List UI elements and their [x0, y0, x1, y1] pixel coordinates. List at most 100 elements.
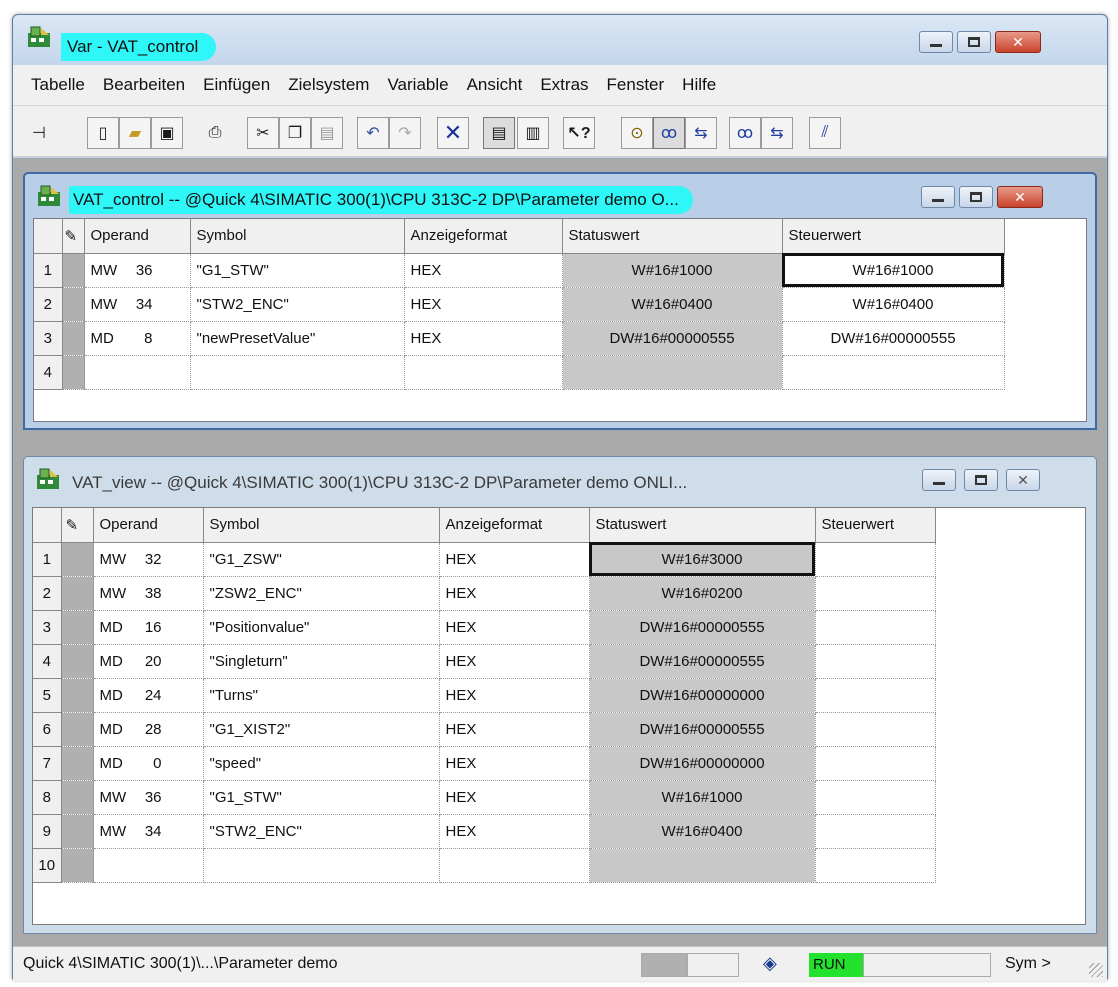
symbol-cell[interactable]: "Singleturn": [203, 644, 440, 679]
save-button[interactable]: ▣: [151, 117, 183, 149]
table-row[interactable]: 4: [34, 355, 1005, 390]
vat-control-maximize-button[interactable]: [959, 186, 993, 208]
modify-trigger-button[interactable]: ⇆: [761, 117, 793, 149]
header-statuswert[interactable]: Statuswert: [562, 219, 783, 254]
row-number[interactable]: 2: [34, 287, 63, 322]
control-value-cell[interactable]: [815, 576, 936, 611]
format-cell[interactable]: HEX: [439, 576, 590, 611]
redo-button[interactable]: ↷: [389, 117, 421, 149]
row-number[interactable]: 4: [33, 644, 62, 679]
symbol-cell[interactable]: "speed": [203, 746, 440, 781]
row-number[interactable]: 9: [33, 814, 62, 849]
operand-cell[interactable]: MD 28: [93, 712, 204, 747]
row-number[interactable]: 5: [33, 678, 62, 713]
header-steuerwert[interactable]: Steuerwert: [782, 219, 1005, 254]
force-button[interactable]: ⫽: [809, 117, 841, 149]
format-cell[interactable]: HEX: [439, 780, 590, 815]
table-row[interactable]: 8 MW 36 "G1_STW" HEX W#16#1000: [33, 780, 936, 815]
table-row[interactable]: 5 MD 24 "Turns" HEX DW#16#00000000: [33, 678, 936, 713]
header-anzeigeformat[interactable]: Anzeigeformat: [439, 508, 590, 543]
symbol-cell[interactable]: "newPresetValue": [190, 321, 405, 356]
operand-cell[interactable]: MW 36: [93, 780, 204, 815]
format-cell[interactable]: HEX: [439, 644, 590, 679]
header-operand[interactable]: Operand: [84, 219, 191, 254]
operand-cell[interactable]: MW 34: [93, 814, 204, 849]
row-number[interactable]: 1: [34, 253, 63, 288]
table-row[interactable]: 2 MW 34 "STW2_ENC" HEX W#16#0400 W#16#040…: [34, 287, 1005, 322]
row-number[interactable]: 2: [33, 576, 62, 611]
control-value-cell[interactable]: W#16#0400: [782, 287, 1005, 322]
symbol-cell[interactable]: [190, 355, 405, 390]
symbol-cell[interactable]: "G1_ZSW": [203, 542, 440, 577]
menu-fenster[interactable]: Fenster: [599, 75, 675, 95]
table-row[interactable]: 10: [33, 848, 936, 883]
title-bar[interactable]: Var - VAT_control ✕: [13, 15, 1107, 65]
vat-view-close-button[interactable]: ✕: [1006, 469, 1040, 491]
menu-variable[interactable]: Variable: [379, 75, 458, 95]
format-cell[interactable]: HEX: [439, 678, 590, 713]
table-row[interactable]: 3 MD 16 "Positionvalue" HEX DW#16#0000055…: [33, 610, 936, 645]
operand-cell[interactable]: MW 38: [93, 576, 204, 611]
close-button[interactable]: ✕: [995, 31, 1041, 53]
modify-button[interactable]: ⇆: [685, 117, 717, 149]
row-number[interactable]: 3: [34, 321, 63, 356]
row-number[interactable]: 8: [33, 780, 62, 815]
control-value-cell[interactable]: [815, 780, 936, 815]
vat-control-title-bar[interactable]: VAT_control -- @Quick 4\SIMATIC 300(1)\C…: [25, 174, 1095, 218]
format-cell[interactable]: [439, 848, 590, 883]
format-cell[interactable]: HEX: [439, 610, 590, 645]
symbol-cell[interactable]: "G1_STW": [203, 780, 440, 815]
control-value-cell[interactable]: [815, 746, 936, 781]
table-row[interactable]: 9 MW 34 "STW2_ENC" HEX W#16#0400: [33, 814, 936, 849]
insert-row-button[interactable]: ▤: [483, 117, 515, 149]
menu-hilfe[interactable]: Hilfe: [674, 75, 726, 95]
paste-button[interactable]: ▤: [311, 117, 343, 149]
symbol-cell[interactable]: "ZSW2_ENC": [203, 576, 440, 611]
format-cell[interactable]: HEX: [439, 712, 590, 747]
header-symbol[interactable]: Symbol: [190, 219, 405, 254]
row-number[interactable]: 3: [33, 610, 62, 645]
operand-cell[interactable]: MD 20: [93, 644, 204, 679]
operand-cell[interactable]: [93, 848, 204, 883]
control-value-cell[interactable]: [815, 610, 936, 645]
vat-view-title-bar[interactable]: VAT_view -- @Quick 4\SIMATIC 300(1)\CPU …: [24, 457, 1096, 501]
table-row[interactable]: 4 MD 20 "Singleturn" HEX DW#16#00000555: [33, 644, 936, 679]
table-row[interactable]: 1 MW 36 "G1_STW" HEX W#16#1000 W#16#1000: [34, 253, 1005, 288]
control-value-cell[interactable]: DW#16#00000555: [782, 321, 1005, 356]
row-number[interactable]: 10: [33, 848, 62, 883]
row-number[interactable]: 4: [34, 355, 63, 390]
control-value-cell[interactable]: [815, 542, 936, 577]
symbol-cell[interactable]: "Positionvalue": [203, 610, 440, 645]
operand-cell[interactable]: MW 32: [93, 542, 204, 577]
resize-grip-icon[interactable]: [1089, 963, 1103, 977]
table-row[interactable]: 2 MW 38 "ZSW2_ENC" HEX W#16#0200: [33, 576, 936, 611]
pin-button[interactable]: ⊣: [23, 117, 55, 149]
table-row[interactable]: 3 MD 8 "newPresetValue" HEX DW#16#0000055…: [34, 321, 1005, 356]
format-cell[interactable]: HEX: [439, 814, 590, 849]
menu-bearbeiten[interactable]: Bearbeiten: [95, 75, 195, 95]
vat-view-maximize-button[interactable]: [964, 469, 998, 491]
new-button[interactable]: ▯: [87, 117, 119, 149]
menu-tabelle[interactable]: Tabelle: [23, 75, 95, 95]
help-button[interactable]: ↖?: [563, 117, 595, 149]
open-button[interactable]: ▰: [119, 117, 151, 149]
table-row[interactable]: 6 MD 28 "G1_XIST2" HEX DW#16#00000555: [33, 712, 936, 747]
header-anzeigeformat[interactable]: Anzeigeformat: [404, 219, 563, 254]
operand-cell[interactable]: MD 24: [93, 678, 204, 713]
row-number[interactable]: 1: [33, 542, 62, 577]
menu-einfuegen[interactable]: Einfügen: [195, 75, 280, 95]
cut-button[interactable]: ✂: [247, 117, 279, 149]
symbol-cell[interactable]: "STW2_ENC": [203, 814, 440, 849]
row-number[interactable]: 7: [33, 746, 62, 781]
table-row[interactable]: 1 MW 32 "G1_ZSW" HEX W#16#3000: [33, 542, 936, 577]
header-operand[interactable]: Operand: [93, 508, 204, 543]
control-value-cell[interactable]: [815, 814, 936, 849]
operand-cell[interactable]: MD 16: [93, 610, 204, 645]
print-button[interactable]: ⎙: [199, 117, 231, 149]
copy-button[interactable]: ❐: [279, 117, 311, 149]
minimize-button[interactable]: [919, 31, 953, 53]
monitor-trigger-button[interactable]: ꝏ: [729, 117, 761, 149]
maximize-button[interactable]: [957, 31, 991, 53]
format-cell[interactable]: HEX: [404, 321, 563, 356]
table-row[interactable]: 7 MD 0 "speed" HEX DW#16#00000000: [33, 746, 936, 781]
